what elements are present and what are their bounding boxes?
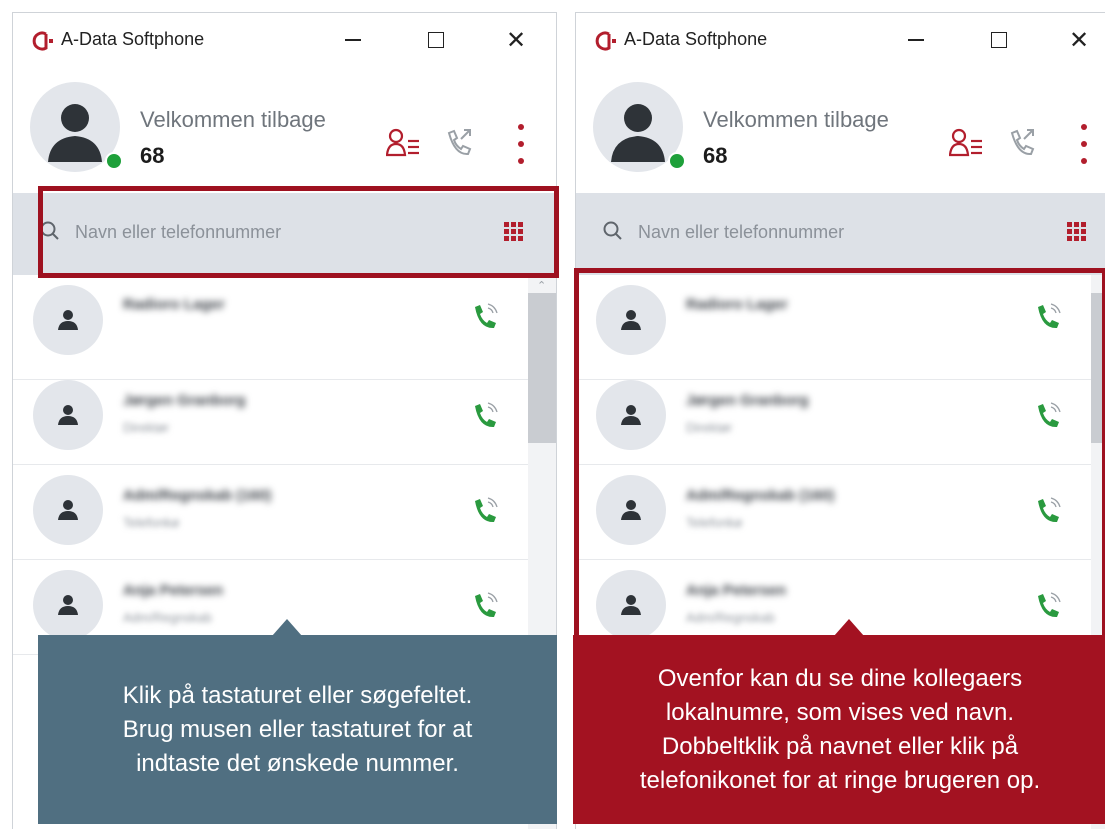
app-title: A-Data Softphone bbox=[624, 29, 768, 49]
contact-list-highlight-frame bbox=[574, 268, 1105, 640]
call-contact-icon[interactable] bbox=[471, 400, 499, 430]
close-icon[interactable]: ✕ bbox=[1059, 23, 1099, 57]
maximize-icon[interactable] bbox=[979, 23, 1019, 57]
callout-left-text: Klik på tastaturet eller søgefeltet. Bru… bbox=[122, 681, 473, 777]
call-history-icon[interactable] bbox=[1006, 125, 1036, 159]
contact-role: Direktør bbox=[123, 420, 170, 435]
callout-pointer-right bbox=[834, 619, 864, 636]
minimize-icon[interactable] bbox=[896, 23, 936, 57]
contact-avatar bbox=[33, 380, 103, 450]
contact-row[interactable]: Adm/Regnskab (160) Telefonkø bbox=[13, 465, 528, 560]
scrollbar-thumb[interactable] bbox=[528, 293, 556, 443]
call-contact-icon[interactable] bbox=[471, 301, 499, 331]
contact-avatar bbox=[33, 285, 103, 355]
contact-person-icon bbox=[58, 595, 78, 615]
contact-name: Adm/Regnskab (160) bbox=[123, 487, 272, 504]
callout-left: Klik på tastaturet eller søgefeltet. Bru… bbox=[38, 635, 557, 824]
extension-number: 68 bbox=[703, 143, 728, 168]
title-bar: A-Data Softphone ✕ bbox=[13, 13, 556, 65]
search-input[interactable]: Navn eller telefonnummer bbox=[638, 222, 844, 243]
callout-right-text: Ovenfor kan du se dine kollegaers lokaln… bbox=[639, 664, 1041, 794]
title-bar: A-Data Softphone ✕ bbox=[576, 13, 1105, 65]
more-menu-icon[interactable] bbox=[509, 120, 533, 168]
scroll-up-icon[interactable]: ⌃ bbox=[537, 279, 546, 292]
contact-person-icon bbox=[58, 500, 78, 520]
call-contact-icon[interactable] bbox=[471, 495, 499, 525]
extension-number: 68 bbox=[140, 143, 165, 168]
contact-role: Adm/Regnskab bbox=[123, 610, 212, 625]
contact-name: Radioro Lager bbox=[123, 296, 225, 313]
app-title: A-Data Softphone bbox=[61, 29, 205, 49]
welcome-text: Velkommen tilbage bbox=[703, 107, 889, 132]
search-icon bbox=[603, 221, 622, 240]
presence-status-dot bbox=[668, 152, 686, 170]
user-header: Velkommen tilbage 68 bbox=[13, 65, 556, 193]
user-header: Velkommen tilbage 68 bbox=[576, 65, 1105, 193]
search-bar[interactable]: Navn eller telefonnummer bbox=[576, 193, 1105, 275]
presence-status-dot bbox=[105, 152, 123, 170]
contact-role: Telefonkø bbox=[123, 515, 180, 530]
keypad-icon[interactable] bbox=[1067, 222, 1086, 241]
contact-name: Jørgen Granborg bbox=[123, 392, 246, 409]
a-data-logo-icon bbox=[32, 31, 53, 51]
callout-pointer-left bbox=[272, 619, 302, 636]
contacts-icon[interactable] bbox=[949, 127, 985, 159]
contact-row[interactable]: Jørgen Granborg Direktør bbox=[13, 370, 528, 465]
more-menu-icon[interactable] bbox=[1072, 120, 1096, 168]
contact-avatar bbox=[33, 570, 103, 640]
minimize-icon[interactable] bbox=[333, 23, 373, 57]
call-history-icon[interactable] bbox=[443, 125, 473, 159]
contact-person-icon bbox=[58, 310, 78, 330]
contact-row[interactable]: Radioro Lager bbox=[13, 285, 528, 380]
call-contact-icon[interactable] bbox=[471, 590, 499, 620]
callout-right: Ovenfor kan du se dine kollegaers lokaln… bbox=[573, 635, 1105, 824]
contact-person-icon bbox=[58, 405, 78, 425]
maximize-icon[interactable] bbox=[416, 23, 456, 57]
search-highlight-frame bbox=[38, 186, 559, 278]
contact-avatar bbox=[33, 475, 103, 545]
welcome-text: Velkommen tilbage bbox=[140, 107, 326, 132]
a-data-logo-icon bbox=[595, 31, 616, 51]
close-icon[interactable]: ✕ bbox=[496, 23, 536, 57]
contact-name: Anja Petersen bbox=[123, 582, 224, 599]
contacts-icon[interactable] bbox=[386, 127, 422, 159]
